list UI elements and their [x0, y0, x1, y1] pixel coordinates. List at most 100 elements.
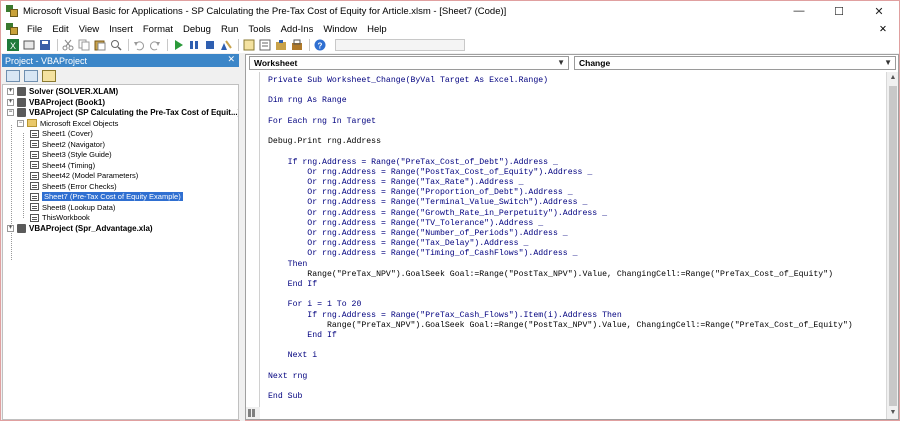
code-line[interactable]: Then — [268, 260, 308, 270]
vbe-window: Microsoft Visual Basic for Applications … — [0, 0, 900, 421]
redo-icon[interactable] — [148, 39, 162, 51]
tree-item[interactable]: − Microsoft Excel Objects — [17, 118, 118, 129]
break-icon[interactable] — [187, 39, 201, 51]
code-line[interactable]: Private Sub Worksheet_Change(ByVal Targe… — [268, 76, 548, 86]
help-icon[interactable]: ? — [313, 39, 327, 51]
svg-text:X: X — [10, 41, 16, 51]
tree-item-label: VBAProject (Book1) — [29, 97, 106, 107]
code-line[interactable]: Or rng.Address = Range("PostTax_Cost_of_… — [268, 168, 592, 178]
menu-run[interactable]: Run — [216, 24, 243, 35]
tree-item[interactable]: Sheet5 (Error Checks) — [30, 181, 117, 192]
code-line[interactable]: Or rng.Address = Range("Tax_Rate").Addre… — [268, 178, 523, 188]
code-line[interactable]: If rng.Address = Range("PreTax_Cash_Flow… — [268, 311, 621, 321]
code-line[interactable]: Or rng.Address = Range("TV_Tolerance").A… — [268, 219, 543, 229]
code-line[interactable]: Next rng — [268, 372, 307, 382]
run-icon[interactable] — [171, 39, 185, 51]
menu-help[interactable]: Help — [362, 24, 392, 35]
menu-file[interactable]: File — [22, 24, 47, 35]
paste-icon[interactable] — [93, 39, 107, 51]
code-line[interactable]: Or rng.Address = Range("Terminal_Value_S… — [268, 198, 587, 208]
doc-close-button[interactable]: ✕ — [874, 24, 899, 35]
expand-icon[interactable]: + — [7, 98, 14, 106]
code-line[interactable]: Or rng.Address = Range("Growth_Rate_in_P… — [268, 209, 607, 219]
code-line[interactable]: Range("PreTax_NPV").GoalSeek Goal:=Range… — [268, 270, 833, 280]
code-line[interactable]: Or rng.Address = Range("Proportion_of_De… — [268, 188, 572, 198]
vba-project-icon — [17, 223, 26, 233]
cut-icon[interactable] — [61, 39, 75, 51]
tree-item[interactable]: Sheet3 (Style Guide) — [30, 149, 112, 160]
code-margin[interactable] — [246, 72, 260, 419]
code-line[interactable]: For Each rng In Target — [268, 117, 376, 127]
code-line[interactable]: Range("PreTax_NPV").GoalSeek Goal:=Range… — [268, 321, 853, 331]
code-line[interactable]: Or rng.Address = Range("Tax_Delay").Addr… — [268, 239, 528, 249]
toggle-folders-icon[interactable] — [42, 69, 56, 82]
scroll-down-icon[interactable]: ▼ — [887, 407, 899, 419]
code-line[interactable]: End If — [268, 280, 318, 290]
minimize-button[interactable]: — — [779, 1, 819, 21]
tree-item[interactable]: + VBAProject (Book1) — [7, 97, 105, 108]
design-mode-icon[interactable] — [219, 39, 233, 51]
toolbox-icon[interactable] — [290, 39, 304, 51]
expand-icon[interactable]: + — [7, 224, 14, 232]
tree-item[interactable]: Sheet1 (Cover) — [30, 128, 93, 139]
tree-item-label: VBAProject (SP Calculating the Pre-Tax C… — [29, 108, 239, 117]
menu-window[interactable]: Window — [318, 24, 362, 35]
code-line[interactable]: Or rng.Address = Range("Timing_of_CashFl… — [268, 249, 577, 259]
project-explorer-close-button[interactable]: ✕ — [227, 54, 235, 65]
code-editor[interactable]: Private Sub Worksheet_Change(ByVal Targe… — [246, 72, 886, 419]
code-line[interactable]: Or rng.Address = Range("Number_of_Period… — [268, 229, 567, 239]
expand-icon[interactable]: + — [7, 88, 14, 95]
tree-item[interactable]: − VBAProject (SP Calculating the Pre-Tax … — [7, 107, 239, 118]
undo-icon[interactable] — [132, 39, 146, 51]
maximize-button[interactable]: ☐ — [819, 1, 859, 21]
find-icon[interactable] — [109, 39, 123, 51]
save-icon[interactable] — [38, 39, 52, 51]
code-line[interactable]: End Sub — [268, 392, 302, 402]
menu-add-ins[interactable]: Add-Ins — [276, 24, 319, 35]
tree-item[interactable]: Sheet4 (Timing) — [30, 160, 95, 171]
menu-tools[interactable]: Tools — [243, 24, 275, 35]
copy-icon[interactable] — [77, 39, 91, 51]
code-line[interactable]: Next i — [268, 351, 318, 361]
tree-item-label: Sheet5 (Error Checks) — [42, 181, 117, 191]
menu-view[interactable]: View — [74, 24, 104, 35]
view-toggle[interactable] — [246, 407, 260, 419]
tree-item[interactable]: Sheet42 (Model Parameters) — [30, 170, 138, 181]
project-explorer-icon[interactable] — [242, 39, 256, 51]
procedure-combo-value: Change — [579, 58, 611, 68]
reset-icon[interactable] — [203, 39, 217, 51]
tree-item[interactable]: ThisWorkbook — [30, 212, 90, 223]
chevron-down-icon: ▼ — [557, 58, 565, 67]
menu-format[interactable]: Format — [138, 24, 178, 35]
object-browser-icon[interactable] — [274, 39, 288, 51]
code-line[interactable]: For i = 1 To 20 — [268, 300, 362, 310]
code-line[interactable]: Dim rng As Range — [268, 96, 347, 106]
scroll-up-icon[interactable]: ▲ — [887, 72, 899, 84]
excel-icon[interactable]: X — [6, 39, 20, 51]
code-line[interactable]: If rng.Address = Range("PreTax_Cost_of_D… — [268, 158, 558, 168]
vba-doc-icon[interactable] — [6, 23, 18, 35]
tree-item[interactable]: + Solver (SOLVER.XLAM) — [7, 86, 118, 97]
properties-icon[interactable] — [258, 39, 272, 51]
collapse-icon[interactable]: − — [7, 109, 14, 116]
menu-insert[interactable]: Insert — [104, 24, 138, 35]
collapse-icon[interactable]: − — [17, 119, 24, 127]
view-code-icon[interactable] — [6, 69, 20, 82]
insert-icon[interactable] — [22, 39, 36, 51]
menu-debug[interactable]: Debug — [178, 24, 216, 35]
project-tree[interactable]: + Solver (SOLVER.XLAM) + VBAProject (Book1)… — [2, 84, 239, 420]
view-object-icon[interactable] — [24, 69, 38, 82]
tree-item[interactable]: Sheet2 (Navigator) — [30, 139, 105, 150]
code-line[interactable]: End If — [268, 331, 337, 341]
scroll-thumb[interactable] — [889, 86, 897, 406]
tree-item[interactable]: + VBAProject (Spr_Advantage.xla) — [7, 223, 153, 234]
vertical-scrollbar[interactable]: ▲ ▼ — [886, 72, 898, 419]
tree-item[interactable]: Sheet8 (Lookup Data) — [30, 202, 115, 213]
menu-edit[interactable]: Edit — [47, 24, 73, 35]
code-line[interactable]: Debug.Print rng.Address — [268, 137, 381, 147]
object-combo[interactable]: Worksheet ▼ — [249, 56, 569, 70]
tree-item-label: Solver (SOLVER.XLAM) — [29, 87, 119, 96]
tree-item[interactable]: Sheet7 (Pre-Tax Cost of Equity Example) — [30, 191, 183, 202]
close-button[interactable]: ✕ — [859, 1, 899, 21]
procedure-combo[interactable]: Change ▼ — [574, 56, 896, 70]
